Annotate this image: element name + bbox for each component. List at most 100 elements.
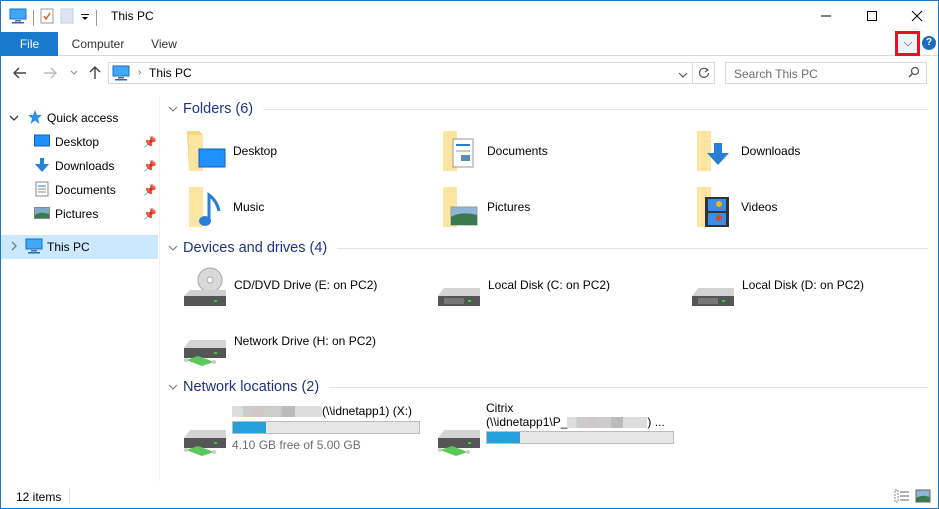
- help-button[interactable]: ?: [922, 36, 936, 50]
- sidebar-item-label: This PC: [47, 240, 90, 254]
- maximize-button[interactable]: [849, 1, 895, 31]
- address-history-dropdown[interactable]: [678, 68, 688, 82]
- folder-label: Pictures: [487, 200, 531, 214]
- folder-pictures[interactable]: Pictures: [439, 182, 530, 232]
- pin-icon[interactable]: 📌: [143, 136, 157, 149]
- star-icon: [27, 109, 43, 128]
- redacted-text: [232, 406, 322, 418]
- back-arrow-icon: [13, 67, 26, 79]
- maximize-icon: [867, 11, 877, 21]
- close-button[interactable]: [894, 1, 939, 31]
- folder-videos[interactable]: Videos: [693, 182, 777, 232]
- drive-label-line1: Citrix: [486, 401, 514, 415]
- breadcrumb-chevron-icon[interactable]: ›: [138, 67, 141, 78]
- status-divider: [69, 488, 70, 504]
- sidebar-item-documents[interactable]: Documents 📌: [1, 178, 158, 202]
- minimize-button[interactable]: [803, 1, 849, 31]
- sidebar-item-this-pc[interactable]: This PC: [1, 235, 158, 259]
- navigation-pane: Quick access Desktop 📌 Downloads 📌 Docum…: [1, 96, 159, 481]
- group-title: Folders (6): [183, 101, 254, 117]
- item-count: 12 items: [16, 490, 62, 504]
- downloads-icon: [34, 157, 50, 176]
- computer-icon[interactable]: [9, 8, 27, 27]
- chevron-right-icon[interactable]: [10, 240, 22, 254]
- sidebar-item-pictures[interactable]: Pictures 📌: [1, 202, 158, 226]
- title-bar: This PC: [1, 1, 938, 32]
- recent-locations-button[interactable]: [65, 64, 83, 82]
- back-button[interactable]: [11, 64, 29, 82]
- sidebar-item-label: Documents: [55, 183, 116, 197]
- folder-label: Desktop: [233, 144, 278, 158]
- large-icons-view-icon: [915, 489, 931, 503]
- hard-drive-icon: [692, 288, 734, 306]
- folder-documents[interactable]: Documents: [439, 126, 548, 176]
- file-explorer-window: This PC File Computer View ? › This PC S…: [0, 0, 939, 509]
- drive-local-d[interactable]: Local Disk (D: on PC2): [688, 266, 864, 316]
- pin-icon[interactable]: 📌: [143, 208, 157, 221]
- network-location-x[interactable]: (\\idnetapp1) (X:) 4.10 GB free of 5.00 …: [180, 404, 430, 456]
- details-view-button[interactable]: [894, 489, 910, 503]
- drive-label: (\\idnetapp1) (X:): [322, 404, 413, 418]
- group-title: Devices and drives (4): [183, 240, 328, 256]
- pictures-icon: [34, 206, 50, 223]
- pictures-folder-icon: [443, 187, 478, 227]
- drive-label: Network Drive (H: on PC2): [234, 334, 377, 348]
- hard-drive-icon: [438, 288, 480, 306]
- drive-label: CD/DVD Drive (E: on PC2): [234, 278, 378, 292]
- drive-label: Local Disk (C: on PC2): [488, 278, 611, 292]
- documents-folder-icon: [443, 131, 474, 171]
- usage-bar-fill: [487, 432, 521, 443]
- status-bar: 12 items: [1, 484, 938, 508]
- new-folder-icon[interactable]: [60, 8, 74, 27]
- large-icons-view-button[interactable]: [915, 489, 931, 503]
- tab-computer[interactable]: Computer: [63, 32, 133, 56]
- forward-button[interactable]: [41, 64, 59, 82]
- group-header-folders[interactable]: Folders (6): [168, 99, 928, 119]
- toolbar-separator: [33, 9, 34, 26]
- sidebar-item-desktop[interactable]: Desktop 📌: [1, 130, 158, 154]
- documents-icon: [35, 181, 49, 200]
- customize-dropdown-icon[interactable]: [80, 11, 90, 25]
- chevron-down-icon: [70, 70, 78, 75]
- forward-arrow-icon: [44, 67, 57, 79]
- chevron-down-icon: [903, 41, 912, 47]
- this-pc-icon: [112, 65, 130, 84]
- group-title: Network locations (2): [183, 379, 320, 395]
- search-box[interactable]: Search This PC: [725, 62, 927, 84]
- network-location-citrix[interactable]: Citrix (\\idnetapp1\P_) ...: [434, 401, 694, 456]
- drive-cd-e[interactable]: CD/DVD Drive (E: on PC2): [180, 266, 377, 316]
- sidebar-item-quick-access[interactable]: Quick access: [1, 106, 158, 130]
- details-view-icon: [894, 489, 909, 503]
- pin-icon[interactable]: 📌: [143, 160, 157, 173]
- network-drive-icon: [184, 430, 226, 456]
- tab-view[interactable]: View: [141, 32, 187, 56]
- window-title: This PC: [111, 9, 154, 23]
- address-bar[interactable]: › This PC: [108, 62, 693, 84]
- sidebar-item-downloads[interactable]: Downloads 📌: [1, 154, 158, 178]
- group-divider: [329, 386, 928, 388]
- drive-label: Local Disk (D: on PC2): [742, 278, 865, 292]
- up-button[interactable]: [86, 64, 104, 82]
- toolbar-separator: [96, 9, 97, 26]
- expand-ribbon-button[interactable]: [895, 31, 920, 56]
- drive-local-c[interactable]: Local Disk (C: on PC2): [434, 266, 610, 316]
- this-pc-icon: [25, 238, 43, 257]
- refresh-button[interactable]: [693, 62, 715, 84]
- folder-label: Music: [233, 200, 265, 214]
- chevron-down-icon: [168, 106, 178, 112]
- folder-music[interactable]: Music: [185, 182, 264, 232]
- network-drive-icon: [184, 340, 226, 366]
- folder-desktop[interactable]: Desktop: [185, 126, 277, 176]
- properties-icon[interactable]: [40, 8, 54, 27]
- pin-icon[interactable]: 📌: [143, 184, 157, 197]
- free-space-text: 4.10 GB free of 5.00 GB: [232, 438, 361, 452]
- breadcrumb-this-pc[interactable]: This PC: [149, 66, 192, 80]
- search-icon[interactable]: [908, 66, 920, 83]
- group-header-network[interactable]: Network locations (2): [168, 377, 928, 397]
- folder-downloads[interactable]: Downloads: [693, 126, 800, 176]
- chevron-down-icon[interactable]: [9, 111, 21, 125]
- downloads-folder-icon: [697, 131, 729, 171]
- drive-network-h[interactable]: Network Drive (H: on PC2): [180, 322, 376, 372]
- group-header-devices[interactable]: Devices and drives (4): [168, 238, 928, 258]
- tab-file[interactable]: File: [1, 32, 58, 56]
